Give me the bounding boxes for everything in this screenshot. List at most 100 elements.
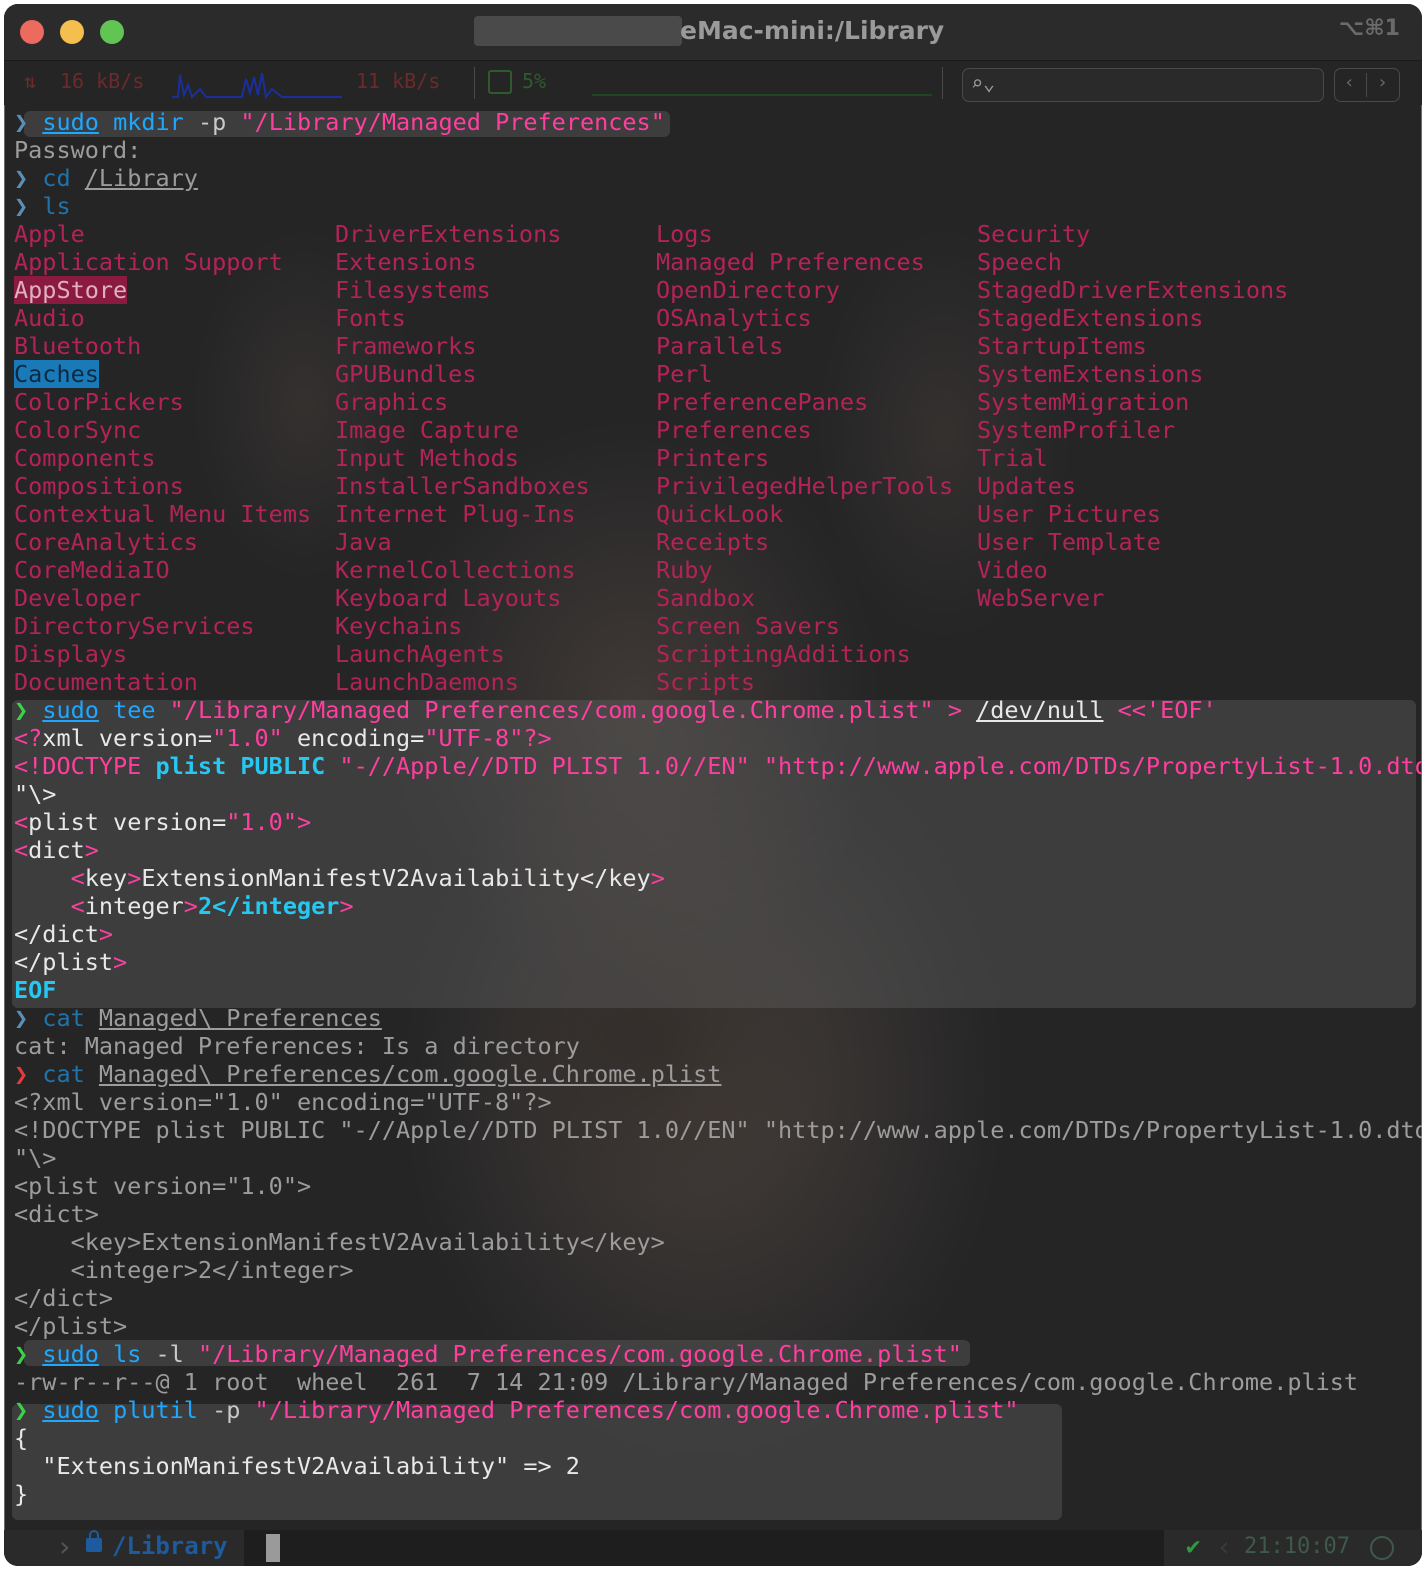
zoom-button[interactable] — [100, 20, 124, 44]
cpu-graph — [592, 94, 932, 96]
directory-entry: GPUBundles — [335, 360, 477, 388]
directory-entry: Speech — [977, 248, 1062, 276]
cat-output-line: <?xml version="1.0" encoding="UTF-8"?> — [14, 1088, 552, 1116]
directory-entry: Preferences — [656, 416, 812, 444]
directory-entry: User Pictures — [977, 500, 1161, 528]
directory-entry: Trial — [977, 444, 1048, 472]
command-line: ❯ ls — [14, 192, 71, 220]
directory-entry: Scripts — [656, 668, 756, 696]
clock-icon — [1370, 1536, 1394, 1560]
directory-entry: Printers — [656, 444, 770, 472]
net-up-rate: 11 kB/s — [356, 69, 441, 93]
command-line: ❯ sudo mkdir -p "/Library/Managed Prefer… — [14, 108, 665, 136]
directory-entry: KernelCollections — [335, 556, 576, 584]
directory-entry: ScriptingAdditions — [656, 640, 911, 668]
redacted-title-part — [474, 16, 682, 46]
directory-entry: Application Support — [14, 248, 283, 276]
heredoc-line: <plist version="1.0"> — [14, 808, 312, 836]
heredoc-line: </plist> — [14, 948, 128, 976]
cat-output-line: <integer>2</integer> — [14, 1256, 354, 1284]
directory-entry: Internet Plug-Ins — [335, 500, 576, 528]
cat-output-line: </dict> — [14, 1284, 114, 1312]
checkmark-icon: ✔ — [1186, 1532, 1201, 1560]
window-title: eMac-mini:/Library — [680, 16, 945, 45]
directory-entry: PrivilegedHelperTools — [656, 472, 954, 500]
directory-entry: Updates — [977, 472, 1077, 500]
plutil-output-line: "ExtensionManifestV2Availability" => 2 — [14, 1452, 580, 1480]
directory-entry: Security — [977, 220, 1091, 248]
command-line: ❯ sudo tee "/Library/Managed Preferences… — [14, 696, 1217, 724]
status-bar: ⇅ 16 kB/s 11 kB/s 5% ⌕⌄ ‹ › — [4, 61, 1422, 105]
search-icon: ⌕⌄ — [971, 71, 996, 95]
directory-entry: Keyboard Layouts — [335, 584, 562, 612]
window-shortcut: ⌥⌘1 — [1338, 16, 1400, 41]
minimize-button[interactable] — [60, 20, 84, 44]
forward-icon[interactable]: › — [1377, 72, 1388, 93]
directory-entry: Sandbox — [656, 584, 756, 612]
cpu-usage: 5% — [522, 69, 547, 93]
directory-entry: SystemMigration — [977, 388, 1190, 416]
chevron-left-icon: ‹ — [1216, 1530, 1233, 1563]
password-prompt: Password: — [14, 136, 142, 164]
directory-entry: Contextual Menu Items — [14, 500, 312, 528]
cpu-icon — [488, 70, 512, 94]
command-line: ❯ cd /Library — [14, 164, 198, 192]
heredoc-line: <?xml version="1.0" encoding="UTF-8"?> — [14, 724, 552, 752]
directory-entry: LaunchAgents — [335, 640, 505, 668]
directory-entry: ColorSync — [14, 416, 142, 444]
ls-l-output: -rw-r--r--@ 1 root wheel 261 7 14 21:09 … — [14, 1368, 1359, 1396]
command-line: ❯ cat Managed\ Preferences — [14, 1004, 382, 1032]
directory-entry: Java — [335, 528, 392, 556]
directory-entry: OpenDirectory — [656, 276, 840, 304]
cat-output-line: <dict> — [14, 1200, 99, 1228]
directory-entry: Graphics — [335, 388, 449, 416]
lock-icon — [86, 1530, 102, 1552]
directory-entry: Managed Preferences — [656, 248, 925, 276]
clock-time: 21:10:07 — [1244, 1534, 1350, 1559]
heredoc-line: "\> — [14, 780, 57, 808]
directory-entry: User Template — [977, 528, 1161, 556]
directory-entry: Bluetooth — [14, 332, 142, 360]
directory-entry: AppStore — [14, 276, 128, 304]
directory-entry: StagedExtensions — [977, 304, 1204, 332]
directory-entry: Input Methods — [335, 444, 519, 472]
chevron-right-icon: › — [56, 1530, 73, 1563]
close-button[interactable] — [20, 20, 44, 44]
directory-entry: LaunchDaemons — [335, 668, 519, 696]
back-icon[interactable]: ‹ — [1344, 72, 1355, 93]
heredoc-line: </dict> — [14, 920, 114, 948]
heredoc-end: EOF — [14, 976, 57, 1004]
current-path: /Library — [112, 1532, 228, 1560]
directory-entry: Filesystems — [335, 276, 491, 304]
directory-entry: InstallerSandboxes — [335, 472, 590, 500]
search-field[interactable]: ⌕⌄ — [962, 68, 1324, 102]
divider — [942, 67, 943, 99]
text-cursor[interactable] — [266, 1534, 280, 1562]
directory-entry: CoreAnalytics — [14, 528, 198, 556]
plutil-output-line: } — [14, 1480, 29, 1508]
nav-buttons: ‹ › — [1334, 68, 1400, 102]
heredoc-line: <key>ExtensionManifestV2Availability</ke… — [70, 864, 665, 892]
directory-entry: Parallels — [656, 332, 784, 360]
command-line: ❯ sudo ls -l "/Library/Managed Preferenc… — [14, 1340, 962, 1368]
directory-entry: Fonts — [335, 304, 406, 332]
directory-entry: ColorPickers — [14, 388, 184, 416]
cat-output-line: <plist version="1.0"> — [14, 1172, 312, 1200]
cat-output-line: <!DOCTYPE plist PUBLIC "-//Apple//DTD PL… — [14, 1116, 1422, 1144]
prompt-bar: › /Library ✔ ‹ 21:10:07 — [4, 1530, 1422, 1566]
directory-entry: Developer — [14, 584, 142, 612]
cat-output-line: </plist> — [14, 1312, 128, 1340]
plutil-output-line: { — [14, 1424, 29, 1452]
error-output: cat: Managed Preferences: Is a directory — [14, 1032, 580, 1060]
directory-entry: Image Capture — [335, 416, 519, 444]
directory-entry: SystemExtensions — [977, 360, 1204, 388]
directory-entry: StagedDriverExtensions — [977, 276, 1289, 304]
directory-entry: Frameworks — [335, 332, 477, 360]
command-line: ❯ sudo plutil -p "/Library/Managed Prefe… — [14, 1396, 1019, 1424]
directory-entry: Ruby — [656, 556, 713, 584]
command-line: ❯ cat Managed\ Preferences/com.google.Ch… — [14, 1060, 722, 1088]
directory-entry: Keychains — [335, 612, 463, 640]
heredoc-line: <!DOCTYPE plist PUBLIC "-//Apple//DTD PL… — [14, 752, 1422, 780]
directory-entry: Receipts — [656, 528, 770, 556]
directory-entry: OSAnalytics — [656, 304, 812, 332]
